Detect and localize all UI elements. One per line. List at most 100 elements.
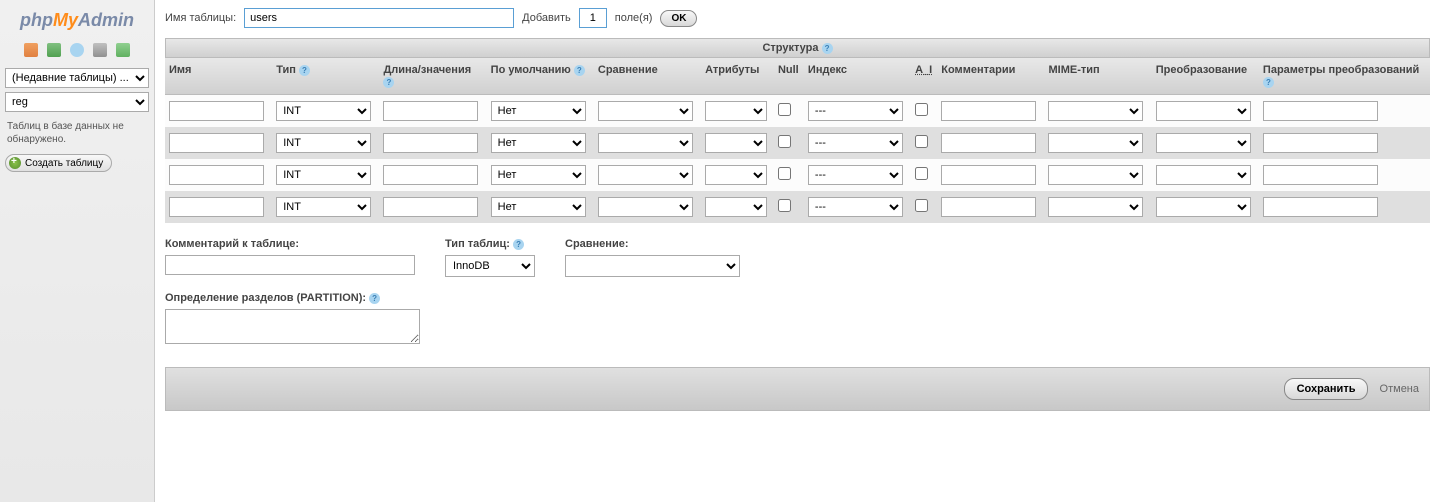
field-null-checkbox[interactable]	[778, 103, 791, 116]
field-mime-select[interactable]	[1048, 197, 1143, 217]
field-null-checkbox[interactable]	[778, 135, 791, 148]
no-tables-message: Таблиц в базе данных не обнаружено.	[5, 116, 149, 150]
table-collation-select[interactable]	[565, 255, 740, 277]
field-mime-select[interactable]	[1048, 133, 1143, 153]
database-select[interactable]: reg	[5, 92, 149, 112]
col-comments: Комментарии	[937, 58, 1044, 95]
field-name-input[interactable]	[169, 101, 264, 121]
field-transform-select[interactable]	[1156, 101, 1251, 121]
field-default-select[interactable]: Нет	[491, 101, 586, 121]
field-index-select[interactable]: ---	[808, 101, 903, 121]
add-count-input[interactable]	[579, 8, 607, 28]
ok-button[interactable]: OK	[660, 10, 697, 27]
table-comment-input[interactable]	[165, 255, 415, 275]
help-icon[interactable]: ?	[1263, 77, 1274, 88]
field-transform-select[interactable]	[1156, 133, 1251, 153]
field-type-select[interactable]: INT	[276, 133, 371, 153]
partition-textarea[interactable]	[165, 309, 420, 344]
field-comment-input[interactable]	[941, 133, 1036, 153]
field-length-input[interactable]	[383, 165, 478, 185]
field-mime-select[interactable]	[1048, 101, 1143, 121]
col-name: Имя	[165, 58, 272, 95]
help-icon[interactable]: ?	[369, 293, 380, 304]
field-name-input[interactable]	[169, 165, 264, 185]
collation-meta-label: Сравнение:	[565, 238, 740, 250]
query-icon[interactable]	[70, 43, 84, 57]
reload-icon[interactable]	[116, 43, 130, 57]
plus-icon	[9, 157, 21, 169]
col-length: Длина/значения?	[379, 58, 486, 95]
field-length-input[interactable]	[383, 101, 478, 121]
field-transform-select[interactable]	[1156, 197, 1251, 217]
field-comment-input[interactable]	[941, 165, 1036, 185]
field-ai-checkbox[interactable]	[915, 135, 928, 148]
save-button[interactable]: Сохранить	[1284, 378, 1369, 400]
field-transform-opts-input[interactable]	[1263, 165, 1378, 185]
field-transform-select[interactable]	[1156, 165, 1251, 185]
table-comment-label: Комментарий к таблице:	[165, 238, 415, 250]
field-comment-input[interactable]	[941, 197, 1036, 217]
col-type: Тип ?	[272, 58, 379, 95]
cancel-link[interactable]: Отмена	[1380, 383, 1419, 395]
field-transform-opts-input[interactable]	[1263, 101, 1378, 121]
field-attributes-select[interactable]	[705, 165, 767, 185]
field-index-select[interactable]: ---	[808, 133, 903, 153]
field-name-input[interactable]	[169, 133, 264, 153]
docs-icon[interactable]	[93, 43, 107, 57]
field-attributes-select[interactable]	[705, 133, 767, 153]
field-comment-input[interactable]	[941, 101, 1036, 121]
field-attributes-select[interactable]	[705, 101, 767, 121]
create-table-button[interactable]: Создать таблицу	[5, 154, 112, 172]
field-ai-checkbox[interactable]	[915, 103, 928, 116]
field-type-select[interactable]: INT	[276, 197, 371, 217]
help-icon[interactable]: ?	[299, 65, 310, 76]
tablename-label: Имя таблицы:	[165, 12, 236, 24]
logout-icon[interactable]	[47, 43, 61, 57]
storage-engine-select[interactable]: InnoDB	[445, 255, 535, 277]
col-attributes: Атрибуты	[701, 58, 774, 95]
field-ai-checkbox[interactable]	[915, 199, 928, 212]
tablename-input[interactable]	[244, 8, 514, 28]
structure-header: Структура ?	[165, 38, 1430, 58]
help-icon[interactable]: ?	[574, 65, 585, 76]
sidebar: phpMyAdmin (Недавние таблицы) ... reg Та…	[0, 0, 155, 502]
meta-row: Комментарий к таблице: Тип таблиц: ? Inn…	[165, 238, 1430, 277]
field-default-select[interactable]: Нет	[491, 165, 586, 185]
sidebar-icons	[5, 39, 149, 68]
recent-tables-select[interactable]: (Недавние таблицы) ...	[5, 68, 149, 88]
field-collation-select[interactable]	[598, 197, 693, 217]
fields-label: поле(я)	[615, 12, 653, 24]
footer-bar: Сохранить Отмена	[165, 367, 1430, 411]
table-row: INT Нет ---	[165, 191, 1430, 223]
field-mime-select[interactable]	[1048, 165, 1143, 185]
field-null-checkbox[interactable]	[778, 199, 791, 212]
field-collation-select[interactable]	[598, 133, 693, 153]
field-length-input[interactable]	[383, 133, 478, 153]
help-icon[interactable]: ?	[822, 43, 833, 54]
main-content: Имя таблицы: Добавить поле(я) OK Структу…	[155, 0, 1440, 502]
structure-table: Имя Тип ? Длина/значения? По умолчанию ?…	[165, 58, 1430, 223]
field-collation-select[interactable]	[598, 165, 693, 185]
col-null: Null	[774, 58, 804, 95]
field-name-input[interactable]	[169, 197, 264, 217]
field-ai-checkbox[interactable]	[915, 167, 928, 180]
col-collation: Сравнение	[594, 58, 701, 95]
field-index-select[interactable]: ---	[808, 197, 903, 217]
col-mime: MIME-тип	[1044, 58, 1151, 95]
field-index-select[interactable]: ---	[808, 165, 903, 185]
field-null-checkbox[interactable]	[778, 167, 791, 180]
field-attributes-select[interactable]	[705, 197, 767, 217]
field-length-input[interactable]	[383, 197, 478, 217]
table-row: INT Нет ---	[165, 127, 1430, 159]
field-collation-select[interactable]	[598, 101, 693, 121]
field-type-select[interactable]: INT	[276, 101, 371, 121]
home-icon[interactable]	[24, 43, 38, 57]
field-type-select[interactable]: INT	[276, 165, 371, 185]
field-default-select[interactable]: Нет	[491, 133, 586, 153]
col-ai: A_I	[911, 58, 937, 95]
help-icon[interactable]: ?	[513, 239, 524, 250]
field-transform-opts-input[interactable]	[1263, 133, 1378, 153]
help-icon[interactable]: ?	[383, 77, 394, 88]
field-default-select[interactable]: Нет	[491, 197, 586, 217]
field-transform-opts-input[interactable]	[1263, 197, 1378, 217]
